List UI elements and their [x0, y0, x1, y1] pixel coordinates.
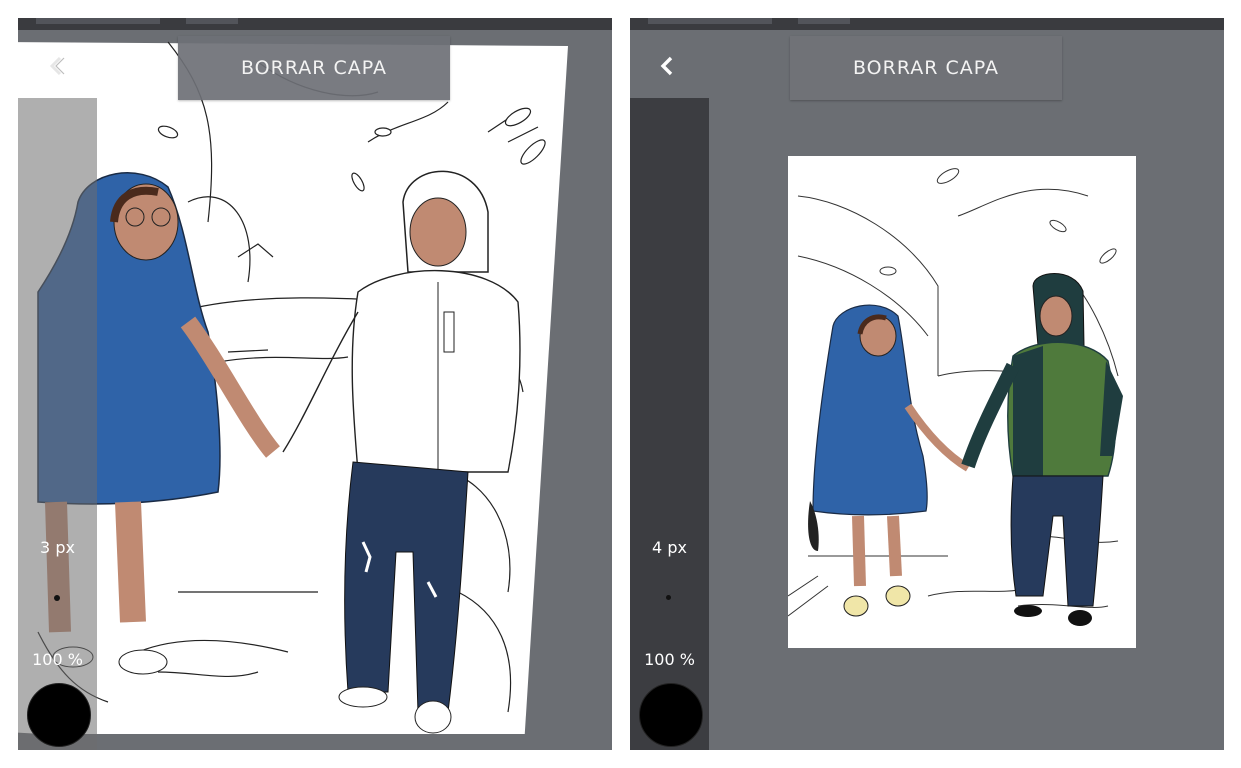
top-tab[interactable]	[798, 18, 850, 24]
top-bar	[630, 18, 1224, 30]
top-bar	[18, 18, 612, 30]
tool-strip: 3 px 100 %	[18, 98, 97, 750]
top-tab[interactable]	[648, 18, 772, 24]
chevron-left-icon	[660, 56, 673, 76]
chevron-left-icon	[49, 56, 65, 76]
top-tab[interactable]	[36, 18, 160, 24]
opacity-label[interactable]: 100 %	[18, 650, 97, 669]
back-button[interactable]	[654, 52, 682, 80]
drawing-canvas[interactable]	[18, 32, 578, 750]
top-tab[interactable]	[186, 18, 238, 24]
drawing-panel-left: 3 px 100 % BORRAR CAPA	[18, 18, 612, 750]
canvas-artwork	[788, 168, 1123, 626]
opacity-label[interactable]: 100 %	[630, 650, 709, 669]
brush-size-label[interactable]: 3 px	[18, 538, 97, 557]
back-button[interactable]	[42, 52, 70, 80]
brush-preview-dot	[666, 595, 671, 600]
color-picker-swatch[interactable]	[27, 683, 91, 747]
drawing-canvas[interactable]	[788, 156, 1136, 648]
tool-strip: 4 px 100 %	[630, 98, 709, 750]
brush-preview-dot	[54, 595, 60, 601]
color-picker-swatch[interactable]	[639, 683, 703, 747]
drawing-panel-right: 4 px 100 % BORRAR CAPA	[630, 18, 1224, 750]
canvas-bottom-edge	[18, 734, 612, 750]
canvas-artwork	[18, 41, 568, 750]
clear-layer-button[interactable]: BORRAR CAPA	[178, 36, 450, 100]
clear-layer-button[interactable]: BORRAR CAPA	[790, 36, 1062, 100]
brush-size-label[interactable]: 4 px	[630, 538, 709, 557]
